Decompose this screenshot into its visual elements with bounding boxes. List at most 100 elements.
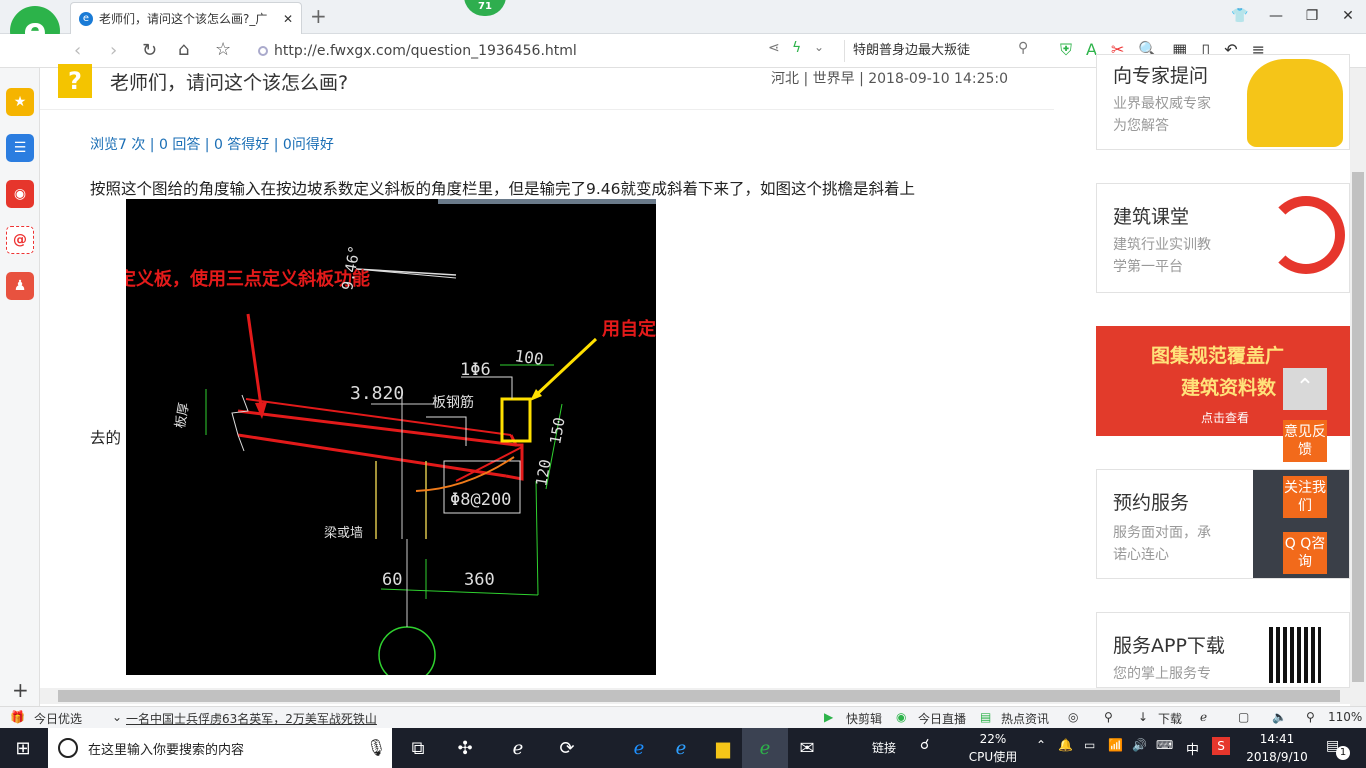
bolt-icon[interactable]: ϟ: [792, 40, 801, 56]
back-to-top-icon[interactable]: ⌃: [1283, 368, 1327, 410]
expert-mascot-icon: [1247, 59, 1343, 147]
search-icon[interactable]: ⚲: [1018, 40, 1028, 56]
minimize-icon[interactable]: —: [1258, 0, 1294, 32]
fan-app-icon[interactable]: ✣: [442, 728, 488, 768]
tray-bell-icon[interactable]: 🔔: [1058, 738, 1073, 752]
battery-icon[interactable]: ▭: [1084, 738, 1095, 752]
quick-clip[interactable]: 快剪辑: [846, 710, 882, 727]
ie-app-icon[interactable]: ℯ: [495, 728, 541, 768]
address-bar[interactable]: http://e.fwxgx.com/question_1936456.html: [258, 40, 838, 62]
wifi-icon[interactable]: 📶: [1108, 738, 1123, 752]
mail-icon[interactable]: ✉: [784, 728, 830, 768]
question-stats[interactable]: 浏览7 次 | 0 回答 | 0 答得好 | 0问得好: [90, 134, 334, 154]
hot-news[interactable]: 热点资讯: [1001, 710, 1049, 727]
today-live[interactable]: 今日直播: [918, 710, 966, 727]
speaker-icon[interactable]: 🔊: [1132, 738, 1147, 752]
zoom-level[interactable]: 110%: [1328, 710, 1362, 724]
taskbar-clock[interactable]: 14:41 2018/9/10: [1240, 730, 1314, 766]
chevron-down-icon[interactable]: ⌄: [814, 40, 824, 54]
email-icon[interactable]: @: [6, 226, 34, 254]
browser-taskbar-icon[interactable]: ℯ: [742, 728, 788, 768]
feedback-button[interactable]: 意见反馈: [1283, 420, 1327, 462]
taskbar-link-label[interactable]: 链接: [872, 739, 896, 756]
refresh-icon[interactable]: ↻: [142, 40, 157, 61]
zoom-icon[interactable]: ⚲: [1306, 710, 1315, 724]
vertical-scroll-thumb[interactable]: [1352, 172, 1364, 682]
tray-chevron-icon[interactable]: ⌃: [1036, 738, 1046, 752]
tab-title: 老师们，请问这个该怎么画?_广: [99, 12, 268, 26]
home-icon[interactable]: ⌂: [178, 39, 189, 60]
start-windows-icon[interactable]: ⊞: [0, 728, 46, 768]
atlas-banner-line2: 建筑资料数: [1181, 377, 1277, 399]
live-icon[interactable]: ◉: [896, 710, 906, 724]
favorite-star-icon[interactable]: ☆: [215, 39, 231, 60]
cpu-monitor[interactable]: 22% CPU使用: [964, 730, 1022, 766]
weibo-icon[interactable]: ◉: [6, 180, 34, 208]
active-tab[interactable]: e 老师们，请问这个该怎么画?_广 ✕: [70, 2, 302, 34]
close-window-icon[interactable]: ✕: [1330, 0, 1366, 32]
restore-icon[interactable]: ❐: [1294, 0, 1330, 32]
ask-expert-sub2: 为您解答: [1113, 118, 1169, 134]
edge-icon[interactable]: ℯ: [616, 728, 662, 768]
qq-consult-button[interactable]: Q Q咨询: [1283, 532, 1327, 574]
news-ticker[interactable]: 一名中国士兵俘虏63名英军，2万美军战死铁山: [126, 710, 377, 727]
gift-icon[interactable]: 🎁: [10, 710, 25, 724]
appointment-title: 预约服务: [1113, 492, 1190, 514]
share-icon[interactable]: ⋖: [768, 40, 780, 56]
search-input[interactable]: 特朗普身边最大叛徒: [844, 40, 1040, 62]
hot-news-icon[interactable]: ▤: [980, 710, 991, 724]
cad-elevation: 3.820: [350, 383, 404, 404]
horizontal-scroll-thumb[interactable]: [58, 690, 1340, 702]
ie-mode-icon[interactable]: ℯ: [1200, 710, 1207, 724]
people-icon[interactable]: ☌: [920, 737, 929, 753]
forward-icon[interactable]: ›: [110, 40, 117, 61]
building-class-card[interactable]: 建筑课堂 建筑行业实训教 学第一平台: [1096, 183, 1350, 293]
site-info-icon[interactable]: [258, 46, 268, 56]
appointment-sub1: 服务面对面，承: [1113, 525, 1211, 541]
question-header: ? 老师们，请问这个该怎么画? 河北 | 世界早 | 2018-09-10 14…: [40, 64, 1054, 110]
left-sidebar: ★ ☰ ◉ @ ♟ +: [0, 68, 40, 706]
speed-icon[interactable]: ◎: [1068, 710, 1078, 724]
taskbar-search-placeholder: 在这里输入你要搜索的内容: [88, 742, 245, 758]
swirl-app-icon[interactable]: ⟳: [544, 728, 590, 768]
today-picks[interactable]: 今日优选: [34, 710, 82, 727]
swirl-logo-icon: [1267, 196, 1345, 274]
microphone-icon[interactable]: 🎙: [366, 738, 386, 757]
app-download-title: 服务APP下载: [1113, 635, 1225, 657]
favorites-icon[interactable]: ★: [6, 88, 34, 116]
ask-expert-card[interactable]: 向专家提问 业界最权威专家 为您解答: [1096, 54, 1350, 150]
news-icon[interactable]: ☰: [6, 134, 34, 162]
sogou-ime-icon[interactable]: S: [1212, 737, 1230, 755]
clip-icon[interactable]: ▶: [824, 710, 833, 724]
atlas-banner-link[interactable]: 点击查看: [1201, 409, 1249, 426]
skin-icon[interactable]: 👕: [1222, 0, 1258, 32]
new-tab-button[interactable]: +: [310, 4, 327, 28]
back-icon[interactable]: ‹: [74, 40, 81, 61]
pin-icon[interactable]: ⚲: [1104, 710, 1113, 724]
game-icon[interactable]: ♟: [6, 272, 34, 300]
question-meta: 河北 | 世界早 | 2018-09-10 14:25:0: [771, 71, 1009, 87]
appointment-sub2: 诺心连心: [1113, 547, 1169, 563]
keyboard-icon[interactable]: ⌨: [1156, 738, 1173, 752]
window-icon[interactable]: ▢: [1238, 710, 1249, 724]
taskbar-search[interactable]: 在这里输入你要搜索的内容 🎙: [48, 728, 392, 768]
input-language[interactable]: 中: [1186, 739, 1199, 758]
cad-beam-label: 梁或墙: [324, 526, 363, 541]
download-label[interactable]: 下载: [1158, 710, 1182, 727]
shield-icon[interactable]: ⛨: [1060, 40, 1072, 60]
file-explorer-icon[interactable]: ▆: [700, 728, 746, 768]
add-sidebar-icon[interactable]: +: [12, 678, 29, 702]
task-view-icon[interactable]: ⧉: [395, 728, 441, 768]
close-tab-icon[interactable]: ✕: [283, 12, 293, 26]
cad-dim-120: 120: [532, 458, 554, 488]
cad-rebar-label: 板钢筋: [432, 394, 474, 411]
cpu-percent: 22%: [979, 732, 1007, 746]
download-icon[interactable]: ↓: [1138, 710, 1148, 724]
cad-annotation-define-slab: 定义板，使用三点定义斜板功能: [126, 268, 370, 290]
cortana-icon[interactable]: [58, 738, 78, 758]
app-download-card[interactable]: 服务APP下载 您的掌上服务专: [1096, 612, 1350, 688]
internet-explorer-icon[interactable]: ℯ: [658, 728, 704, 768]
volume-icon[interactable]: 🔈: [1272, 710, 1287, 724]
image-top-border: [438, 199, 656, 204]
follow-us-button[interactable]: 关注我们: [1283, 476, 1327, 518]
